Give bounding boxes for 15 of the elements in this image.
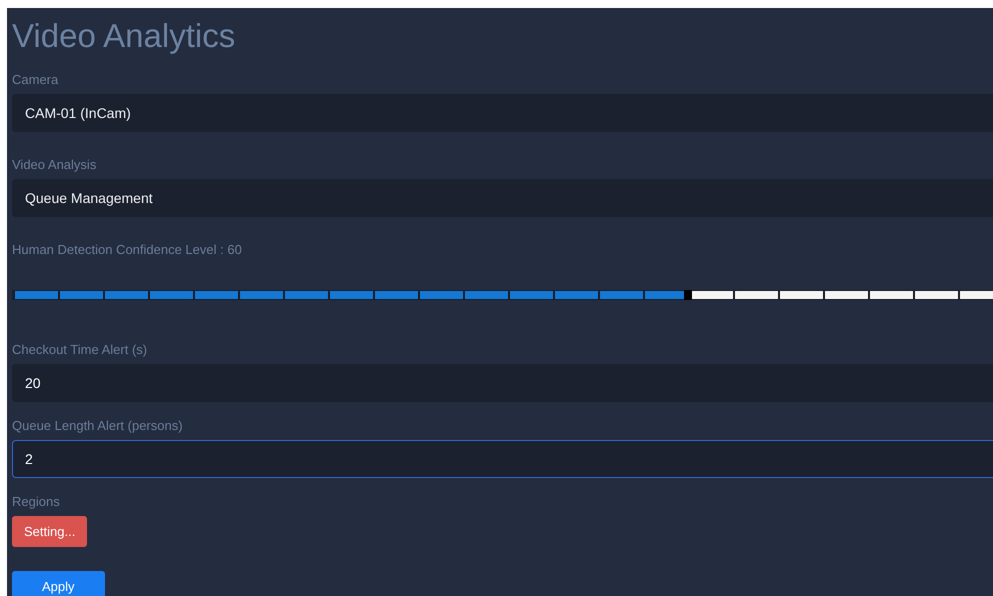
- setting-button[interactable]: Setting...: [12, 516, 88, 547]
- slider-track[interactable]: [12, 290, 993, 300]
- select-field[interactable]: Queue Management: [12, 179, 993, 217]
- field-label: Video Analysis: [12, 157, 98, 173]
- field-label: Camera: [12, 72, 60, 88]
- field-label: Regions: [12, 494, 61, 510]
- field-label: Queue Length Alert (persons): [12, 418, 184, 434]
- slider-thumb[interactable]: [684, 290, 692, 300]
- page-title: Video Analytics: [12, 16, 236, 56]
- apply-button[interactable]: Apply: [12, 571, 105, 596]
- input-field[interactable]: 2: [12, 440, 993, 478]
- input-field[interactable]: 20: [12, 364, 993, 402]
- field-label: Checkout Time Alert (s): [12, 342, 148, 358]
- select-field[interactable]: CAM-01 (InCam): [12, 94, 993, 132]
- slider-label: Human Detection Confidence Level : 60: [12, 242, 243, 258]
